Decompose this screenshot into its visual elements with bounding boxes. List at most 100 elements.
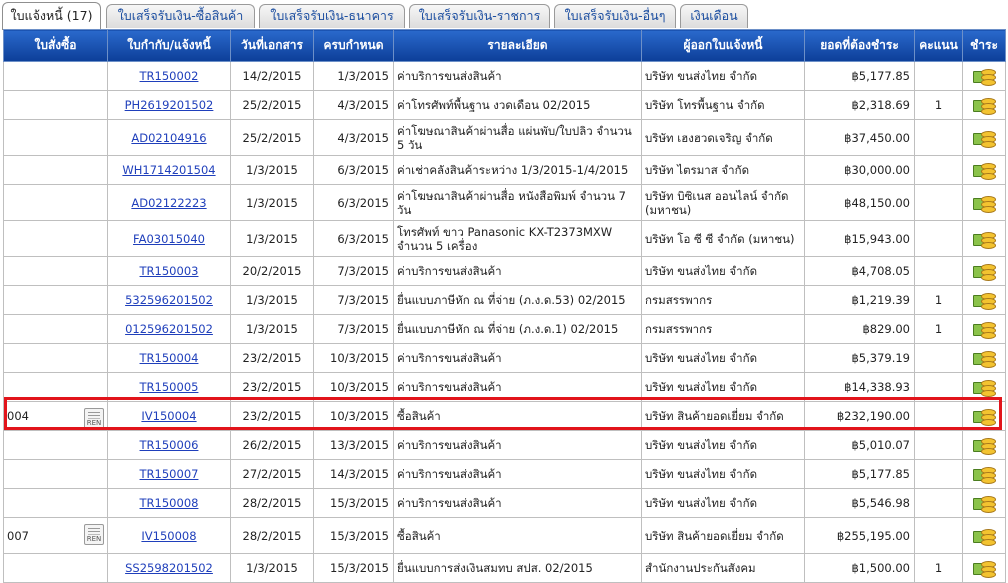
score-cell bbox=[914, 220, 963, 257]
issuer-cell: บริษัท ขนส่งไทย จำกัด bbox=[641, 372, 805, 402]
pay-cell bbox=[962, 220, 1006, 257]
pay-coins-icon[interactable] bbox=[973, 66, 996, 86]
col-detail[interactable]: รายละเอียด bbox=[393, 29, 642, 62]
tab-receipts-bank[interactable]: ใบเสร็จรับเงิน-ธนาคาร bbox=[259, 4, 405, 28]
attachment-icon[interactable]: REN bbox=[84, 524, 104, 545]
col-amount[interactable]: ยอดที่ต้องชำระ bbox=[804, 29, 915, 62]
tab-receipts-purchase[interactable]: ใบเสร็จรับเงิน-ซื้อสินค้า bbox=[106, 4, 255, 28]
order-cell bbox=[3, 155, 108, 185]
invoice-ref-link[interactable]: 012596201502 bbox=[125, 322, 213, 336]
table-row: TR150003 20/2/2015 7/3/2015 ค่าบริการขนส่งส… bbox=[3, 256, 1006, 286]
pay-coins-icon[interactable] bbox=[973, 526, 996, 546]
doc-date-cell: 1/3/2015 bbox=[230, 314, 314, 344]
pay-coins-icon[interactable] bbox=[973, 493, 996, 513]
issuer-cell: บริษัท บิซิเนส ออนไลน์ จำกัด (มหาชน) bbox=[641, 184, 805, 221]
table-row: 007 REN IV150008 28/2/2015 15/3/2015 ซื้อสินค… bbox=[3, 517, 1006, 554]
invoice-ref-link[interactable]: IV150004 bbox=[141, 409, 196, 423]
amount-cell: ฿37,450.00 bbox=[804, 119, 915, 156]
invoice-ref-link[interactable]: AD02122223 bbox=[131, 196, 206, 210]
pay-coins-icon[interactable] bbox=[973, 229, 996, 249]
pay-coins-icon[interactable] bbox=[973, 435, 996, 455]
score-cell bbox=[914, 155, 963, 185]
table-row: TR150004 23/2/2015 10/3/2015 ค่าบริการขนส่ง… bbox=[3, 343, 1006, 373]
invoice-ref-cell: TR150004 bbox=[107, 343, 231, 373]
col-invoice-ref[interactable]: ใบกำกับ/แจ้งหนี้ bbox=[107, 29, 231, 62]
tab-receipts-government[interactable]: ใบเสร็จรับเงิน-ราชการ bbox=[409, 4, 550, 28]
doc-date-cell: 28/2/2015 bbox=[230, 488, 314, 518]
invoice-ref-link[interactable]: PH2619201502 bbox=[125, 98, 214, 112]
detail-cell: ยื่นแบบการส่งเงินสมทบ สปส. 02/2015 bbox=[393, 553, 642, 583]
pay-coins-icon[interactable] bbox=[973, 464, 996, 484]
invoice-ref-link[interactable]: WH1714201504 bbox=[122, 163, 215, 177]
pay-coins-icon[interactable] bbox=[973, 290, 996, 310]
pay-coins-icon[interactable] bbox=[973, 406, 996, 426]
amount-cell: ฿4,708.05 bbox=[804, 256, 915, 286]
pay-coins-icon[interactable] bbox=[973, 348, 996, 368]
pay-coins-icon[interactable] bbox=[973, 377, 996, 397]
pay-coins-icon[interactable] bbox=[973, 128, 996, 148]
invoice-ref-link[interactable]: SS2598201502 bbox=[125, 561, 213, 575]
pay-coins-icon[interactable] bbox=[973, 193, 996, 213]
order-cell bbox=[3, 343, 108, 373]
invoice-ref-link[interactable]: TR150004 bbox=[140, 351, 199, 365]
score-cell bbox=[914, 256, 963, 286]
invoice-ref-link[interactable]: IV150008 bbox=[141, 529, 196, 543]
invoice-ref-link[interactable]: AD02104916 bbox=[131, 131, 206, 145]
pay-cell bbox=[962, 517, 1006, 554]
col-order[interactable]: ใบสั่งซื้อ bbox=[3, 29, 108, 62]
invoice-ref-link[interactable]: 532596201502 bbox=[125, 293, 213, 307]
detail-cell: ค่าโฆษณาสินค้าผ่านสื่อ หนังสือพิมพ์ จำนว… bbox=[393, 184, 642, 221]
table-row: TR150007 27/2/2015 14/3/2015 ค่าบริการขนส่ง… bbox=[3, 459, 1006, 489]
amount-cell: ฿15,943.00 bbox=[804, 220, 915, 257]
invoice-ref-link[interactable]: TR150003 bbox=[140, 264, 199, 278]
invoice-ref-link[interactable]: TR150008 bbox=[140, 496, 199, 510]
amount-cell: ฿5,010.07 bbox=[804, 430, 915, 460]
invoice-ref-link[interactable]: TR150006 bbox=[140, 438, 199, 452]
invoice-ref-link[interactable]: FA03015040 bbox=[133, 232, 205, 246]
col-score[interactable]: คะแนน bbox=[914, 29, 963, 62]
order-cell bbox=[3, 61, 108, 91]
invoice-ref-link[interactable]: TR150005 bbox=[140, 380, 199, 394]
doc-date-cell: 27/2/2015 bbox=[230, 459, 314, 489]
detail-cell: โทรศัพท์ ขาว Panasonic KX-T2373MXW จำนวน… bbox=[393, 220, 642, 257]
pay-coins-icon[interactable] bbox=[973, 95, 996, 115]
pay-coins-icon[interactable] bbox=[973, 160, 996, 180]
amount-cell: ฿829.00 bbox=[804, 314, 915, 344]
invoice-tabs: ใบแจ้งหนี้ (17) ใบเสร็จรับเงิน-ซื้อสินค้… bbox=[2, 2, 1006, 30]
col-due-date[interactable]: ครบกำหนด bbox=[313, 29, 394, 62]
order-cell: 004 REN bbox=[3, 401, 108, 431]
pay-coins-icon[interactable] bbox=[973, 558, 996, 578]
order-cell bbox=[3, 372, 108, 402]
col-doc-date[interactable]: วันที่เอกสาร bbox=[230, 29, 314, 62]
due-date-cell: 6/3/2015 bbox=[313, 155, 394, 185]
pay-coins-icon[interactable] bbox=[973, 261, 996, 281]
amount-cell: ฿5,177.85 bbox=[804, 61, 915, 91]
issuer-cell: บริษัท เฮงฮวดเจริญ จำกัด bbox=[641, 119, 805, 156]
invoice-ref-cell: 012596201502 bbox=[107, 314, 231, 344]
due-date-cell: 15/3/2015 bbox=[313, 488, 394, 518]
order-cell bbox=[3, 553, 108, 583]
tab-receipts-other[interactable]: ใบเสร็จรับเงิน-อื่นๆ bbox=[554, 4, 676, 28]
due-date-cell: 15/3/2015 bbox=[313, 553, 394, 583]
invoice-ref-cell: TR150008 bbox=[107, 488, 231, 518]
invoice-table: ใบสั่งซื้อ ใบกำกับ/แจ้งหนี้ วันที่เอกสาร… bbox=[3, 29, 1006, 583]
pay-coins-icon[interactable] bbox=[973, 319, 996, 339]
invoice-ref-cell: TR150003 bbox=[107, 256, 231, 286]
col-pay[interactable]: ชำระ bbox=[962, 29, 1006, 62]
invoice-ref-link[interactable]: TR150007 bbox=[140, 467, 199, 481]
doc-date-cell: 1/3/2015 bbox=[230, 220, 314, 257]
invoice-ref-link[interactable]: TR150002 bbox=[140, 69, 199, 83]
col-issuer[interactable]: ผู้ออกใบแจ้งหนี้ bbox=[641, 29, 805, 62]
tab-salary[interactable]: เงินเดือน bbox=[680, 4, 748, 28]
due-date-cell: 1/3/2015 bbox=[313, 61, 394, 91]
doc-date-cell: 1/3/2015 bbox=[230, 285, 314, 315]
tab-invoices[interactable]: ใบแจ้งหนี้ (17) bbox=[2, 2, 101, 30]
detail-cell: ค่าบริการขนส่งสินค้า bbox=[393, 61, 642, 91]
issuer-cell: บริษัท โอ ซี ซี จำกัด (มหาชน) bbox=[641, 220, 805, 257]
due-date-cell: 7/3/2015 bbox=[313, 285, 394, 315]
invoice-ref-cell: TR150007 bbox=[107, 459, 231, 489]
detail-cell: ค่าบริการขนส่งสินค้า bbox=[393, 459, 642, 489]
attachment-icon[interactable]: REN bbox=[84, 408, 104, 429]
pay-cell bbox=[962, 401, 1006, 431]
due-date-cell: 6/3/2015 bbox=[313, 184, 394, 221]
